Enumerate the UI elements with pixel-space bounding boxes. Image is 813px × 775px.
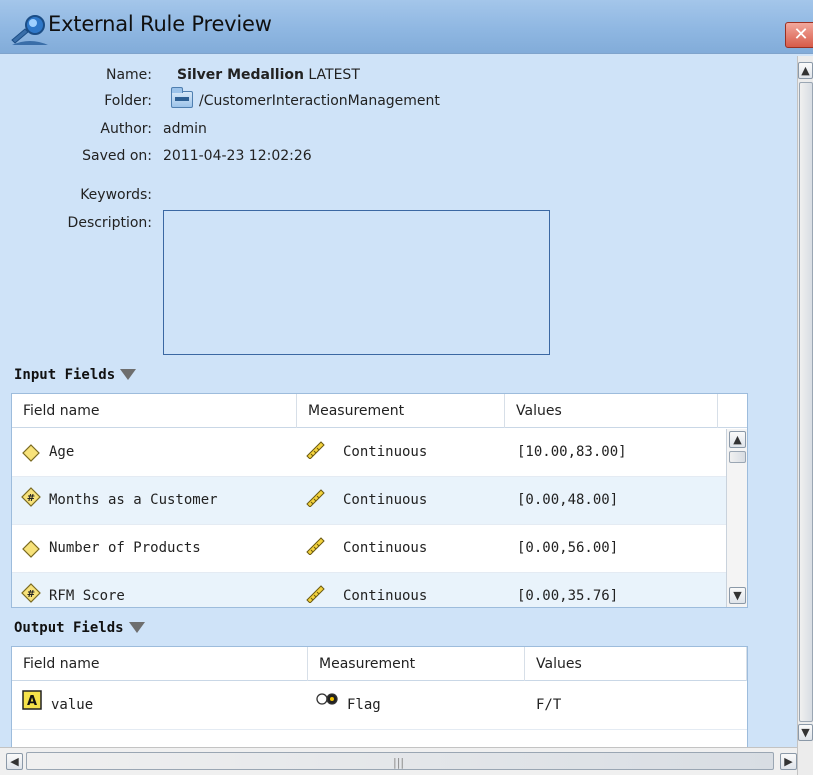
dialog-vertical-scrollbar[interactable]: ▲ ▼ xyxy=(797,56,813,775)
input-fields-title: Input Fields xyxy=(14,367,116,383)
saved-on-label: Saved on: xyxy=(82,148,152,164)
rule-version: LATEST xyxy=(308,67,360,83)
field-name: RFM Score xyxy=(49,588,125,604)
collapse-triangle-icon[interactable] xyxy=(120,369,137,380)
author-value: admin xyxy=(163,121,207,137)
field-name: value xyxy=(51,697,94,713)
output-fields-table: Field name Measurement Values A value Fl… xyxy=(11,646,748,749)
scroll-left-icon[interactable]: ◀ xyxy=(6,753,23,770)
column-header-values[interactable]: Values xyxy=(505,394,718,428)
numeric-diamond-icon: # xyxy=(21,583,41,603)
ruler-icon xyxy=(306,441,325,459)
values-range: [10.00,83.00] xyxy=(517,444,627,460)
name-label: Name: xyxy=(105,67,152,83)
measurement-value: Continuous xyxy=(343,444,428,460)
input-fields-heading[interactable]: Input Fields xyxy=(14,367,137,383)
saved-on-value: 2011-04-23 12:02:26 xyxy=(163,148,312,164)
output-fields-title: Output Fields xyxy=(14,620,124,636)
table-row[interactable]: A value Flag F/T xyxy=(12,682,747,730)
rule-name-value: Silver Medallion xyxy=(177,67,304,83)
diamond-field-icon xyxy=(22,540,40,558)
diamond-field-icon xyxy=(22,444,40,462)
scroll-thumb[interactable] xyxy=(799,82,813,722)
scroll-down-icon[interactable]: ▼ xyxy=(729,587,746,604)
field-name: Age xyxy=(49,444,75,460)
measurement-value: Continuous xyxy=(343,492,428,508)
window-title: External Rule Preview xyxy=(48,12,272,36)
folder-icon xyxy=(171,87,193,108)
scroll-thumb[interactable] xyxy=(729,451,746,463)
table-row[interactable]: Number of Products Continuous [0.00,56.0… xyxy=(12,525,726,573)
column-header-measurement[interactable]: Measurement xyxy=(297,394,505,428)
string-a-icon: A xyxy=(22,690,42,710)
grip-icon: ||| xyxy=(393,756,405,769)
dialog-horizontal-scrollbar[interactable]: ◀ ||| ▶ xyxy=(0,747,797,775)
folder-label: Folder: xyxy=(104,93,152,109)
rule-name: Silver Medallion LATEST xyxy=(177,67,360,83)
flag-icon xyxy=(316,693,338,705)
scroll-down-icon[interactable]: ▼ xyxy=(798,724,813,741)
ruler-icon xyxy=(306,489,325,507)
scroll-up-icon[interactable]: ▲ xyxy=(798,62,813,79)
close-button[interactable]: ✕ xyxy=(785,22,813,48)
scroll-right-icon[interactable]: ▶ xyxy=(780,753,797,770)
description-field[interactable] xyxy=(163,210,550,355)
column-header-field-name[interactable]: Field name xyxy=(12,394,297,428)
description-label: Description: xyxy=(67,215,152,231)
numeric-diamond-icon: # xyxy=(21,487,41,507)
measurement-value: Continuous xyxy=(343,588,428,604)
field-name: Months as a Customer xyxy=(49,492,218,508)
field-name: Number of Products xyxy=(49,540,201,556)
input-fields-table: Field name Measurement Values Age Contin… xyxy=(11,393,748,608)
output-fields-heading[interactable]: Output Fields xyxy=(14,620,145,636)
external-rule-preview-dialog: External Rule Preview ✕ Name: Silver Med… xyxy=(0,0,813,775)
svg-text:A: A xyxy=(27,694,37,709)
values-range: [0.00,48.00] xyxy=(517,492,619,508)
folder-path: /CustomerInteractionManagement xyxy=(199,93,440,109)
values-range: [0.00,35.76] xyxy=(517,588,619,604)
svg-text:#: # xyxy=(27,493,35,504)
column-header-measurement[interactable]: Measurement xyxy=(308,647,525,681)
scroll-up-icon[interactable]: ▲ xyxy=(729,431,746,448)
measurement-value: Continuous xyxy=(343,540,428,556)
author-label: Author: xyxy=(100,121,152,137)
table-row[interactable]: Age Continuous [10.00,83.00] xyxy=(12,429,726,477)
collapse-triangle-icon[interactable] xyxy=(128,622,145,633)
table-row[interactable]: # RFM Score Continuous [0.00,35.76] xyxy=(12,573,726,607)
table-row[interactable]: # Months as a Customer Continuous [0.00,… xyxy=(12,477,726,525)
values-range: [0.00,56.00] xyxy=(517,540,619,556)
svg-text:#: # xyxy=(27,589,35,600)
search-magnifier-icon xyxy=(11,15,48,45)
keywords-label: Keywords: xyxy=(80,187,152,203)
table-header: Field name Measurement Values xyxy=(12,394,747,428)
title-bar: External Rule Preview ✕ xyxy=(0,0,813,54)
table-header: Field name Measurement Values xyxy=(12,647,747,681)
input-table-scrollbar[interactable]: ▲ ▼ xyxy=(726,429,747,607)
column-header-values[interactable]: Values xyxy=(525,647,747,681)
ruler-icon xyxy=(306,585,325,603)
column-header-field-name[interactable]: Field name xyxy=(12,647,308,681)
values-range: F/T xyxy=(536,697,562,713)
ruler-icon xyxy=(306,537,325,555)
measurement-value: Flag xyxy=(347,697,381,713)
